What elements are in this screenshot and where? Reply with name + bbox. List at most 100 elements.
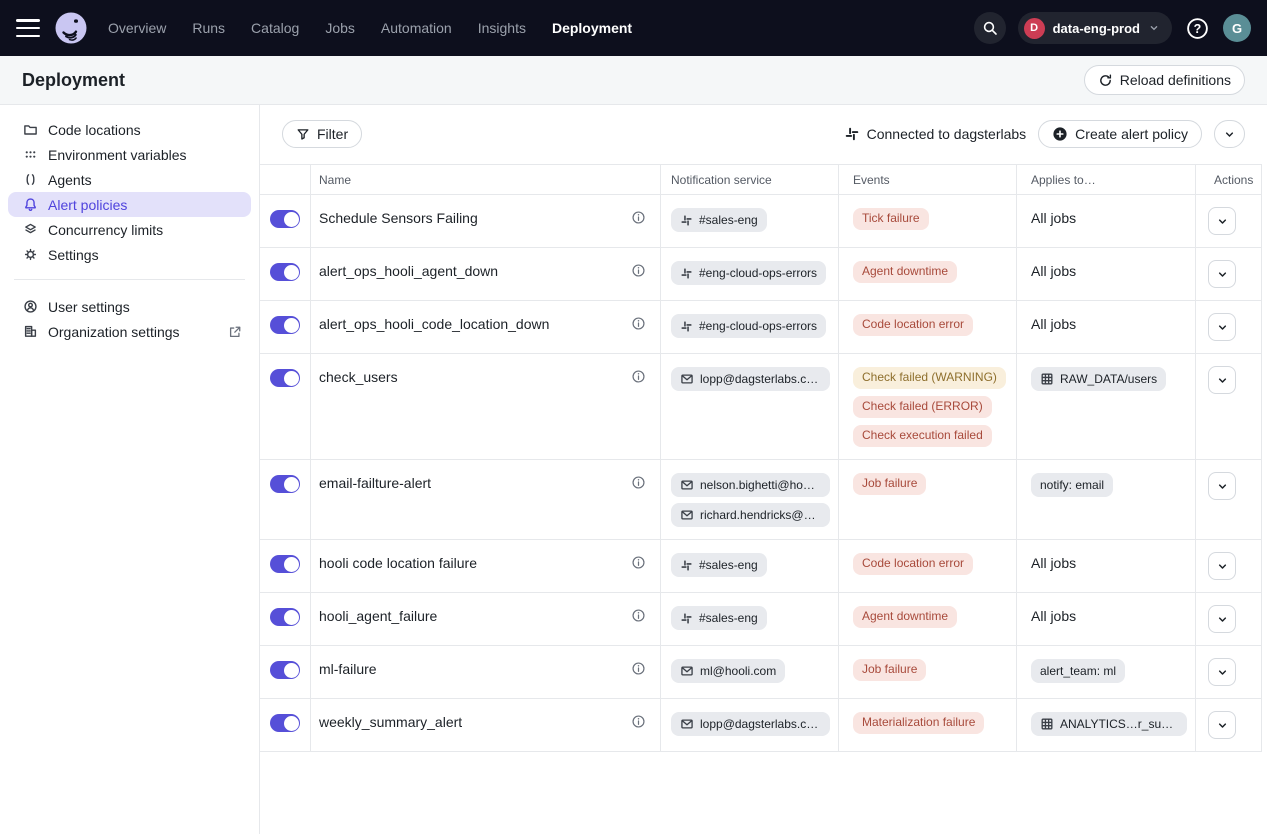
policy-enabled-toggle[interactable] xyxy=(270,714,300,732)
notification-chip: #eng-cloud-ops-errors xyxy=(671,261,826,285)
svg-text:?: ? xyxy=(1194,22,1202,36)
row-actions-button[interactable] xyxy=(1208,366,1236,394)
chevron-down-icon xyxy=(1216,321,1229,334)
sidebar-item-agents[interactable]: Agents xyxy=(8,167,251,192)
sidebar-item-label: Code locations xyxy=(48,122,243,138)
connected-to-slack[interactable]: Connected to dagsterlabs xyxy=(844,126,1027,142)
env-dots-icon xyxy=(22,147,38,162)
filter-button[interactable]: Filter xyxy=(282,120,362,148)
table-row: email-failture-alert nelson.bighetti@hoo… xyxy=(260,460,1261,540)
plus-circle-icon xyxy=(1052,126,1068,142)
policy-enabled-toggle[interactable] xyxy=(270,555,300,573)
policy-enabled-toggle[interactable] xyxy=(270,608,300,626)
row-actions-button[interactable] xyxy=(1208,658,1236,686)
row-actions-button[interactable] xyxy=(1208,472,1236,500)
policy-name: check_users xyxy=(319,369,398,385)
envelope-icon xyxy=(680,664,694,678)
policy-enabled-toggle[interactable] xyxy=(270,661,300,679)
nav-item-automation[interactable]: Automation xyxy=(381,20,452,36)
event-badge: Agent downtime xyxy=(853,261,957,283)
chevron-down-icon xyxy=(1216,374,1229,387)
nav-item-insights[interactable]: Insights xyxy=(478,20,526,36)
nav-item-deployment[interactable]: Deployment xyxy=(552,20,632,36)
row-actions-button[interactable] xyxy=(1208,711,1236,739)
applies-to-value: ANALYTICS…r_summary xyxy=(1060,717,1178,731)
search-button[interactable] xyxy=(974,12,1006,44)
nav-item-catalog[interactable]: Catalog xyxy=(251,20,299,36)
sidebar-item-organization-settings[interactable]: Organization settings xyxy=(8,319,251,344)
row-actions-button[interactable] xyxy=(1208,552,1236,580)
info-icon[interactable] xyxy=(631,263,646,278)
row-actions-button[interactable] xyxy=(1208,207,1236,235)
filter-label: Filter xyxy=(317,126,348,142)
slack-icon xyxy=(844,126,860,142)
filter-icon xyxy=(296,127,310,141)
alert-policies-table: NameNotification serviceEventsApplies to… xyxy=(260,164,1262,752)
chevron-down-icon xyxy=(1216,613,1229,626)
reload-definitions-label: Reload definitions xyxy=(1120,72,1231,88)
row-actions-button[interactable] xyxy=(1208,605,1236,633)
applies-to-value: RAW_DATA/users xyxy=(1060,372,1157,386)
chevron-down-icon xyxy=(1223,128,1236,141)
table-row: alert_ops_hooli_code_location_down #eng-… xyxy=(260,301,1261,354)
row-actions-button[interactable] xyxy=(1208,313,1236,341)
column-header-name: Name xyxy=(310,165,660,194)
sidebar-item-user-settings[interactable]: User settings xyxy=(8,294,251,319)
sidebar-item-code-locations[interactable]: Code locations xyxy=(8,117,251,142)
hamburger-menu-icon[interactable] xyxy=(16,19,40,37)
info-icon[interactable] xyxy=(631,475,646,490)
envelope-icon xyxy=(680,372,694,386)
applies-to-value: All jobs xyxy=(1031,606,1076,624)
policy-enabled-toggle[interactable] xyxy=(270,369,300,387)
sidebar-item-environment-variables[interactable]: Environment variables xyxy=(8,142,251,167)
reload-definitions-button[interactable]: Reload definitions xyxy=(1084,65,1245,95)
table-row: ml-failure ml@hooli.com Job failure aler… xyxy=(260,646,1261,699)
more-options-button[interactable] xyxy=(1214,120,1245,148)
create-alert-policy-label: Create alert policy xyxy=(1075,126,1188,142)
table-row: Schedule Sensors Failing #sales-eng Tick… xyxy=(260,195,1261,248)
notification-chip: lopp@dagsterlabs.com xyxy=(671,712,830,736)
notification-target: #sales-eng xyxy=(699,213,758,227)
user-avatar[interactable]: G xyxy=(1223,14,1251,42)
notification-target: #sales-eng xyxy=(699,558,758,572)
notification-target: #sales-eng xyxy=(699,611,758,625)
sidebar-item-alert-policies[interactable]: Alert policies xyxy=(8,192,251,217)
notification-target: lopp@dagsterlabs.com xyxy=(700,372,821,386)
applies-to-value: All jobs xyxy=(1031,208,1076,226)
info-icon[interactable] xyxy=(631,316,646,331)
nav-item-jobs[interactable]: Jobs xyxy=(325,20,355,36)
nav-item-overview[interactable]: Overview xyxy=(108,20,166,36)
info-icon[interactable] xyxy=(631,210,646,225)
policy-enabled-toggle[interactable] xyxy=(270,263,300,281)
applies-to-value: notify: email xyxy=(1040,478,1104,492)
info-icon[interactable] xyxy=(631,369,646,384)
policy-enabled-toggle[interactable] xyxy=(270,475,300,493)
deployment-switcher[interactable]: D data-eng-prod xyxy=(1018,12,1172,44)
info-icon[interactable] xyxy=(631,608,646,623)
policy-name: email-failture-alert xyxy=(319,475,431,491)
top-nav: Overview Runs Catalog Jobs Automation Insight… xyxy=(0,0,1267,56)
table-row: hooli_agent_failure #sales-eng Agent dow… xyxy=(260,593,1261,646)
chevron-down-icon xyxy=(1148,22,1160,34)
info-icon[interactable] xyxy=(631,555,646,570)
agents-icon xyxy=(22,172,38,187)
nav-item-runs[interactable]: Runs xyxy=(192,20,225,36)
sidebar-item-concurrency-limits[interactable]: Concurrency limits xyxy=(8,217,251,242)
notification-target: #eng-cloud-ops-errors xyxy=(699,266,817,280)
notification-chip: richard.hendricks@hooli… xyxy=(671,503,830,527)
table-grid-icon xyxy=(1040,717,1054,731)
info-icon[interactable] xyxy=(631,661,646,676)
applies-to-value: All jobs xyxy=(1031,553,1076,571)
sidebar-item-settings[interactable]: Settings xyxy=(8,242,251,267)
create-alert-policy-button[interactable]: Create alert policy xyxy=(1038,120,1202,148)
external-link-icon[interactable] xyxy=(227,325,243,339)
column-header-applies-to: Applies to… xyxy=(1016,165,1195,194)
row-actions-button[interactable] xyxy=(1208,260,1236,288)
help-button[interactable]: ? xyxy=(1184,15,1211,42)
sidebar-item-label: Concurrency limits xyxy=(48,222,243,238)
policy-enabled-toggle[interactable] xyxy=(270,316,300,334)
dagster-logo-icon[interactable] xyxy=(54,11,88,45)
info-icon[interactable] xyxy=(631,714,646,729)
policy-enabled-toggle[interactable] xyxy=(270,210,300,228)
notification-target: nelson.bighetti@hooli.co… xyxy=(700,478,821,492)
